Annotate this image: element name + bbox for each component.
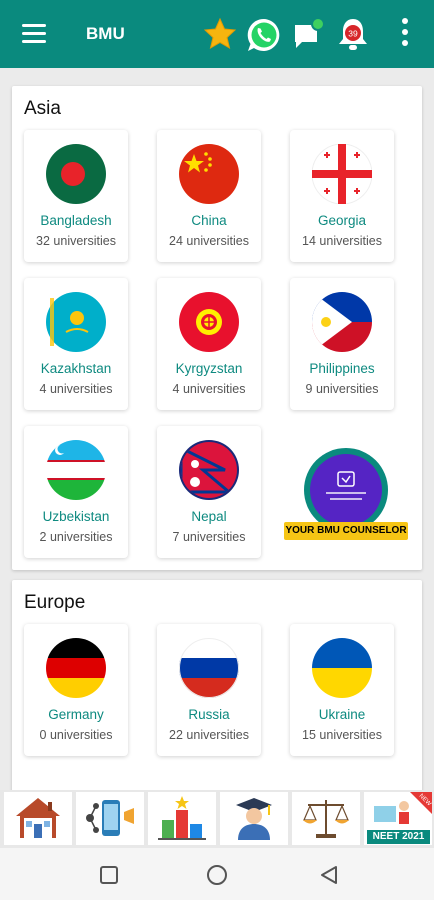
menu-icon[interactable]: [22, 24, 46, 44]
country-card-bangladesh[interactable]: Bangladesh 32 universities: [24, 130, 128, 262]
ranking-button[interactable]: [148, 792, 216, 845]
ranking-icon: [158, 796, 206, 840]
graduate-button[interactable]: [220, 792, 288, 845]
section-title: Asia: [24, 98, 61, 119]
university-count: 15 universities: [302, 728, 382, 742]
university-count: 24 universities: [169, 234, 249, 248]
country-card-georgia[interactable]: Georgia 14 universities: [290, 130, 394, 262]
nepal-flag-icon: [179, 440, 239, 500]
kazakhstan-flag-icon: [46, 292, 106, 352]
country-card-kyrgyzstan[interactable]: Kyrgyzstan 4 universities: [157, 278, 261, 410]
counselor-label: YOUR BMU COUNSELOR: [284, 522, 408, 540]
share-button[interactable]: [76, 792, 144, 845]
whatsapp-icon[interactable]: [246, 17, 282, 58]
country-name: Georgia: [317, 213, 367, 228]
system-navigation-bar: [0, 848, 434, 900]
star-icon[interactable]: [203, 17, 237, 56]
russia-flag-icon: [179, 638, 239, 698]
bottom-navigation: NEW NEET 2021: [0, 790, 434, 848]
home-circle-icon[interactable]: [206, 864, 228, 886]
counselor-logo-icon: [304, 448, 388, 532]
country-name: Ukraine: [318, 707, 366, 722]
ukraine-flag-icon: [312, 638, 372, 698]
philippines-flag-icon: [312, 292, 372, 352]
country-card-kazakhstan[interactable]: Kazakhstan 4 universities: [24, 278, 128, 410]
app-title: BMU: [86, 24, 125, 43]
neet-button[interactable]: NEW NEET 2021: [364, 792, 432, 845]
section-asia: Asia Bangladesh 32 universities China 24…: [12, 86, 422, 570]
scales-icon: [303, 800, 349, 838]
country-card-philippines[interactable]: Philippines 9 universities: [290, 278, 394, 410]
country-name: Philippines: [309, 361, 375, 376]
university-count: 7 universities: [172, 530, 246, 544]
university-count: 32 universities: [36, 234, 116, 248]
country-name: China: [191, 213, 227, 228]
share-icon: [86, 800, 134, 836]
back-icon[interactable]: [318, 864, 340, 886]
bangladesh-flag-icon: [46, 144, 106, 204]
section-europe: Europe Germany 0 universities Russia 22 …: [12, 580, 422, 790]
country-card-russia[interactable]: Russia 22 universities: [157, 624, 261, 756]
recent-apps-icon[interactable]: [98, 864, 120, 886]
university-count: 4 universities: [39, 382, 113, 396]
notification-badge: 39: [348, 29, 358, 39]
country-name: Bangladesh: [40, 213, 112, 228]
university-count: 4 universities: [172, 382, 246, 396]
georgia-flag-icon: [312, 144, 372, 204]
germany-flag-icon: [46, 638, 106, 698]
country-name: Uzbekistan: [42, 509, 110, 524]
neet-icon: NEW: [374, 792, 432, 824]
app-bar: BMU 39: [0, 0, 434, 68]
country-name: Nepal: [191, 509, 227, 524]
country-card-china[interactable]: China 24 universities: [157, 130, 261, 262]
university-count: 2 universities: [39, 530, 113, 544]
kyrgyzstan-flag-icon: [179, 292, 239, 352]
uzbekistan-flag-icon: [46, 440, 106, 500]
university-count: 14 universities: [302, 234, 382, 248]
university-count: 9 universities: [305, 382, 379, 396]
country-name: Germany: [48, 707, 104, 722]
country-card-nepal[interactable]: Nepal 7 universities: [157, 426, 261, 558]
country-list[interactable]: Asia Bangladesh 32 universities China 24…: [0, 68, 434, 790]
country-card-germany[interactable]: Germany 0 universities: [24, 624, 128, 756]
chat-icon[interactable]: [292, 17, 326, 56]
section-title: Europe: [24, 592, 86, 613]
country-card-ukraine[interactable]: Ukraine 15 universities: [290, 624, 394, 756]
more-options-icon[interactable]: [398, 18, 412, 52]
university-count: 22 universities: [169, 728, 249, 742]
bmu-counselor-button[interactable]: YOUR BMU COUNSELOR: [282, 448, 410, 558]
china-flag-icon: [179, 144, 239, 204]
country-name: Russia: [188, 707, 230, 722]
notification-bell-icon[interactable]: 39: [337, 17, 369, 58]
home-button[interactable]: [4, 792, 72, 845]
university-count: 0 universities: [39, 728, 113, 742]
home-icon: [16, 798, 60, 838]
legal-button[interactable]: [292, 792, 360, 845]
country-name: Kyrgyzstan: [175, 361, 243, 376]
country-card-uzbekistan[interactable]: Uzbekistan 2 universities: [24, 426, 128, 558]
graduate-icon: [236, 798, 272, 840]
neet-label: NEET 2021: [367, 830, 430, 844]
country-name: Kazakhstan: [40, 361, 112, 376]
